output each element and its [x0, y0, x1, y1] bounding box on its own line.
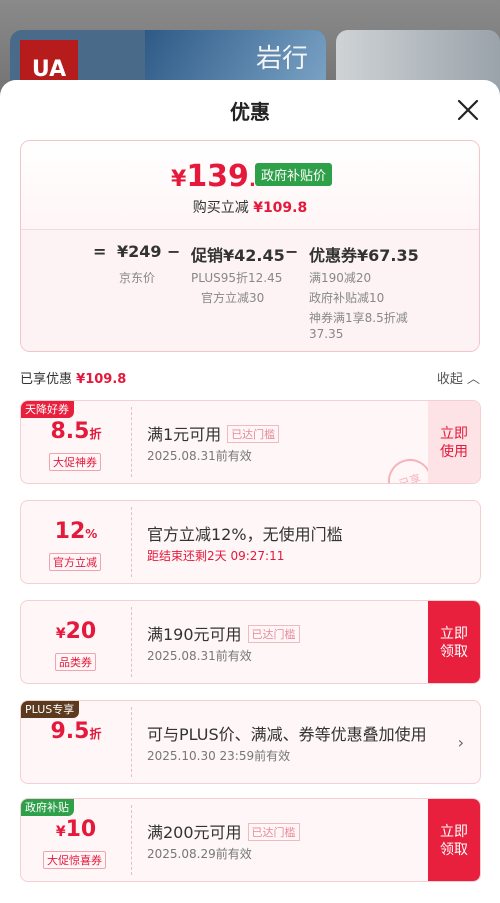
equals-sign: =: [93, 242, 107, 261]
coupon-detail-shenquan: 神券满1享8.5折减: [309, 311, 408, 325]
threshold-met-tag: 已达门槛: [227, 425, 280, 443]
collapse-button[interactable]: 收起 ︿: [437, 368, 480, 387]
coupon-type-label: 官方立减: [49, 553, 101, 571]
coupon-divider: [131, 407, 132, 477]
coupon-condition-text: 满200元可用: [147, 823, 242, 842]
coupon-card: ¥10 大促惊喜券 政府补贴 满200元可用 已达门槛 2025.08.29前有效…: [20, 798, 481, 882]
minus-sign: −: [167, 242, 181, 261]
enjoyed-label: 已享优惠: [20, 372, 73, 387]
countdown-text: 距结束还剩2天 09:27:11: [147, 549, 285, 563]
coupon-detail-shenquan-value: 37.35: [309, 327, 344, 341]
claim-now-button[interactable]: 立即 领取: [428, 799, 480, 881]
price-integer: 139: [186, 159, 249, 194]
base-price: ¥249: [117, 242, 162, 261]
coupon-value-number: 9.5: [50, 719, 90, 744]
coupon-value-number: 12: [54, 519, 86, 544]
coupon-card: ¥20 品类券 满190元可用 已达门槛 2025.08.31前有效 立即 领取: [20, 600, 481, 684]
coupon-type-label: 大促神券: [49, 453, 101, 471]
coupon-value-unit: 折: [89, 727, 102, 741]
coupon-expiry: 2025.08.29前有效: [147, 847, 252, 861]
promo-total: 促销¥42.45: [191, 246, 285, 265]
enjoyed-discount: 已享优惠 ¥109.8: [20, 368, 126, 387]
coupon-condition: 可与PLUS价、满减、券等优惠叠加使用: [147, 725, 427, 744]
coupon-corner-badge: 天降好券: [21, 401, 74, 418]
coupon-card[interactable]: 9.5折 PLUS专享 可与PLUS价、满减、券等优惠叠加使用 2025.10.…: [20, 700, 481, 784]
coupon-value-number: 8.5: [50, 419, 90, 444]
coupon-currency-symbol: ¥: [55, 824, 66, 840]
coupon-condition: 官方立减12%，无使用门槛: [147, 525, 343, 544]
instant-discount: 购买立减 ¥109.8: [21, 197, 479, 217]
instant-value: ¥109.8: [253, 200, 308, 216]
coupon-value: 12%: [21, 519, 131, 544]
coupon-detail-full-reduction: 满190减20: [309, 271, 372, 285]
base-price-label: 京东价: [119, 271, 156, 285]
promo-detail-official: 官方立减30: [201, 291, 265, 305]
coupon-value-unit: %: [85, 527, 98, 541]
coupon-value: ¥10: [21, 817, 131, 842]
coupon-type-label: 大促惊喜券: [43, 851, 106, 869]
gov-subsidy-badge: 政府补贴: [21, 799, 74, 816]
coupon-value-area: ¥20 品类券: [21, 601, 131, 683]
coupon-expiry: 2025.10.30 23:59前有效: [147, 749, 291, 763]
threshold-met-tag: 已达门槛: [247, 823, 300, 841]
final-price: ¥139.2: [171, 159, 268, 194]
claim-now-button[interactable]: 立即 领取: [428, 601, 480, 683]
price-breakdown: = ¥249 − 促销¥42.45 − 优惠券¥67.35 京东价 PLUS95…: [21, 229, 479, 351]
coupon-value: ¥20: [21, 619, 131, 644]
minus-sign: −: [285, 242, 299, 261]
coupon-value: 9.5折: [21, 719, 131, 744]
coupon-value: 8.5折: [21, 419, 131, 444]
coupon-type-label: 品类券: [55, 653, 96, 671]
use-now-button[interactable]: 立即 使用: [428, 401, 480, 483]
coupon-condition: 满1元可用 已达门槛: [147, 421, 280, 445]
coupon-value-unit: 折: [89, 427, 102, 441]
coupon-condition: 满200元可用 已达门槛: [147, 819, 300, 843]
coupon-condition: 满190元可用 已达门槛: [147, 621, 300, 645]
coupon-divider: [131, 507, 132, 577]
coupon-divider: [131, 707, 132, 777]
coupon-divider: [131, 805, 132, 875]
coupon-condition-text: 满1元可用: [147, 425, 222, 444]
sheet-title: 优惠: [230, 100, 270, 124]
discount-sheet: 优惠 ¥139.2 政府补贴价 购买立减 ¥109.8 = ¥249 − 促销¥…: [0, 80, 500, 903]
plus-exclusive-badge: PLUS专享: [21, 701, 80, 718]
gov-subsidy-tag: 政府补贴价: [255, 163, 333, 186]
coupon-currency-symbol: ¥: [55, 626, 66, 642]
coupon-detail-gov: 政府补贴减10: [309, 291, 385, 305]
coupon-value-area: 12% 官方立减: [21, 501, 131, 583]
coupon-divider: [131, 607, 132, 677]
enjoyed-value: ¥109.8: [76, 372, 127, 387]
coupon-card: 8.5折 大促神券 天降好券 满1元可用 已达门槛 2025.08.31前有效 已…: [20, 400, 481, 484]
coupon-expiry: 2025.08.31前有效: [147, 649, 252, 663]
instant-label: 购买立减: [192, 200, 249, 216]
coupon-card: 12% 官方立减 官方立减12%，无使用门槛 距结束还剩2天 09:27:11: [20, 500, 481, 584]
promo-detail-plus: PLUS95折12.45: [191, 271, 283, 285]
banner-text: 岩行: [255, 44, 308, 74]
coupon-expiry: 2025.08.31前有效: [147, 449, 252, 463]
final-price-area: ¥139.2 政府补贴价 购买立减 ¥109.8: [21, 141, 479, 229]
coupon-total: 优惠券¥67.35: [309, 246, 419, 265]
coupon-condition-text: 满190元可用: [147, 625, 242, 644]
threshold-met-tag: 已达门槛: [247, 625, 300, 643]
coupon-value-number: 10: [65, 817, 97, 842]
chevron-right-icon[interactable]: ›: [458, 733, 464, 752]
price-symbol: ¥: [171, 167, 187, 192]
coupon-value-number: 20: [65, 619, 97, 644]
price-summary-card: ¥139.2 政府补贴价 购买立减 ¥109.8 = ¥249 − 促销¥42.…: [20, 140, 480, 352]
close-icon[interactable]: [454, 96, 482, 124]
